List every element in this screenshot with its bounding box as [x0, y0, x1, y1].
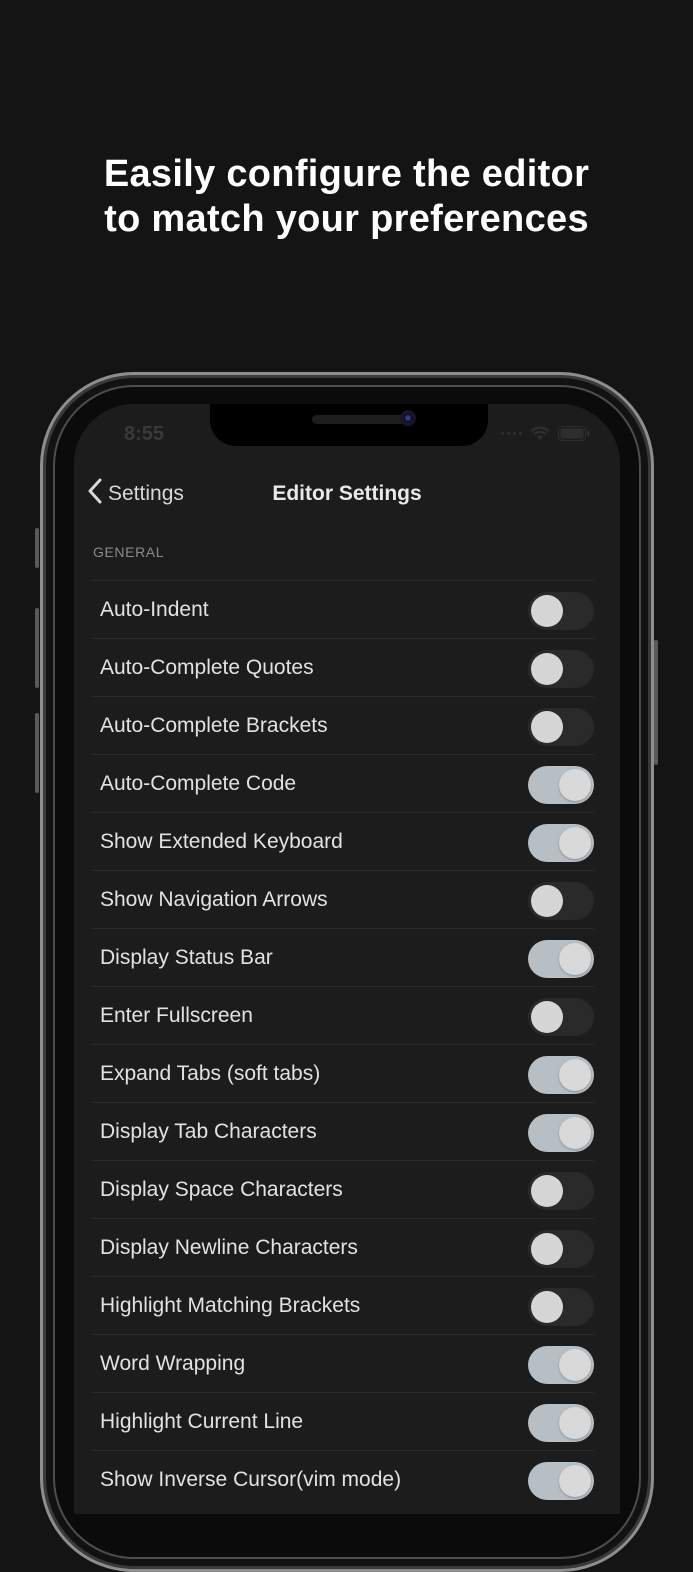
battery-icon [558, 426, 590, 441]
settings-row: Highlight Current Line [92, 1392, 594, 1450]
page-title: Editor Settings [272, 482, 422, 505]
settings-row: Display Newline Characters [92, 1218, 594, 1276]
settings-row: Auto-Indent [92, 580, 594, 638]
settings-row: Highlight Matching Brackets [92, 1276, 594, 1334]
setting-toggle[interactable] [528, 882, 594, 920]
toggle-knob [531, 711, 563, 743]
toggle-knob [559, 943, 591, 975]
toggle-knob [559, 1349, 591, 1381]
notch [210, 404, 488, 446]
ringer-switch [35, 528, 39, 568]
headline-line-1: Easily configure the editor [103, 153, 590, 195]
setting-toggle[interactable] [528, 824, 594, 862]
settings-row: Display Status Bar [92, 928, 594, 986]
toggle-knob [531, 1233, 563, 1265]
settings-row: Enter Fullscreen [92, 986, 594, 1044]
section-header-general: GENERAL [93, 544, 165, 560]
cellular-signal-icon [501, 432, 522, 435]
settings-row: Show Navigation Arrows [92, 870, 594, 928]
setting-label: Show Navigation Arrows [100, 887, 328, 911]
setting-label: Highlight Matching Brackets [100, 1293, 361, 1317]
setting-toggle[interactable] [528, 1114, 594, 1152]
toggle-knob [531, 1001, 563, 1033]
toggle-knob [559, 827, 591, 859]
setting-toggle[interactable] [528, 998, 594, 1036]
power-button [654, 640, 658, 765]
volume-down-button [35, 713, 39, 793]
wifi-icon [530, 426, 550, 441]
setting-label: Expand Tabs (soft tabs) [100, 1061, 321, 1085]
setting-label: Show Inverse Cursor(vim mode) [100, 1467, 402, 1491]
setting-label: Display Tab Characters [100, 1119, 317, 1143]
settings-row: Word Wrapping [92, 1334, 594, 1392]
speaker-grille [312, 415, 408, 424]
settings-row: Show Extended Keyboard [92, 812, 594, 870]
setting-label: Auto-Complete Code [100, 771, 297, 795]
navigation-bar: Settings Editor Settings [74, 472, 620, 514]
setting-label: Auto-Complete Brackets [100, 713, 328, 737]
setting-toggle[interactable] [528, 650, 594, 688]
status-icons [501, 426, 590, 441]
settings-row: Show Inverse Cursor(vim mode) [92, 1450, 594, 1508]
toggle-knob [559, 769, 591, 801]
setting-label: Display Status Bar [100, 945, 273, 969]
settings-row: Auto-Complete Brackets [92, 696, 594, 754]
settings-row: Display Tab Characters [92, 1102, 594, 1160]
setting-label: Show Extended Keyboard [100, 829, 343, 853]
setting-toggle[interactable] [528, 766, 594, 804]
toggle-knob [559, 1465, 591, 1497]
setting-toggle[interactable] [528, 1172, 594, 1210]
status-time: 8:55 [124, 423, 165, 445]
toggle-knob [559, 1117, 591, 1149]
toggle-knob [531, 595, 563, 627]
settings-row: Display Space Characters [92, 1160, 594, 1218]
setting-label: Auto-Complete Quotes [100, 655, 314, 679]
toggle-knob [531, 885, 563, 917]
headline-line-2: to match your preferences [104, 198, 589, 240]
setting-label: Auto-Indent [100, 597, 209, 621]
setting-toggle[interactable] [528, 708, 594, 746]
setting-label: Highlight Current Line [100, 1409, 304, 1433]
toggle-knob [531, 1291, 563, 1323]
setting-toggle[interactable] [528, 1346, 594, 1384]
setting-label: Display Newline Characters [100, 1235, 358, 1259]
headline: Easily configure the editor to match you… [0, 152, 693, 242]
settings-row: Auto-Complete Quotes [92, 638, 594, 696]
toggle-knob [531, 653, 563, 685]
toggle-knob [559, 1407, 591, 1439]
settings-row: Expand Tabs (soft tabs) [92, 1044, 594, 1102]
setting-label: Display Space Characters [100, 1177, 343, 1201]
setting-toggle[interactable] [528, 592, 594, 630]
setting-toggle[interactable] [528, 940, 594, 978]
setting-toggle[interactable] [528, 1404, 594, 1442]
volume-up-button [35, 608, 39, 688]
settings-row: Auto-Complete Code [92, 754, 594, 812]
setting-toggle[interactable] [528, 1230, 594, 1268]
phone-screen: 8:55 Settings Editor Settings GENERAL Au… [74, 404, 620, 1514]
setting-toggle[interactable] [528, 1288, 594, 1326]
setting-label: Word Wrapping [100, 1351, 246, 1375]
setting-toggle[interactable] [528, 1462, 594, 1500]
toggle-knob [531, 1175, 563, 1207]
setting-label: Enter Fullscreen [100, 1003, 253, 1027]
front-camera-icon [400, 410, 416, 426]
setting-toggle[interactable] [528, 1056, 594, 1094]
settings-list: Auto-Indent Auto-Complete Quotes Auto-Comp… [74, 580, 620, 1508]
toggle-knob [559, 1059, 591, 1091]
